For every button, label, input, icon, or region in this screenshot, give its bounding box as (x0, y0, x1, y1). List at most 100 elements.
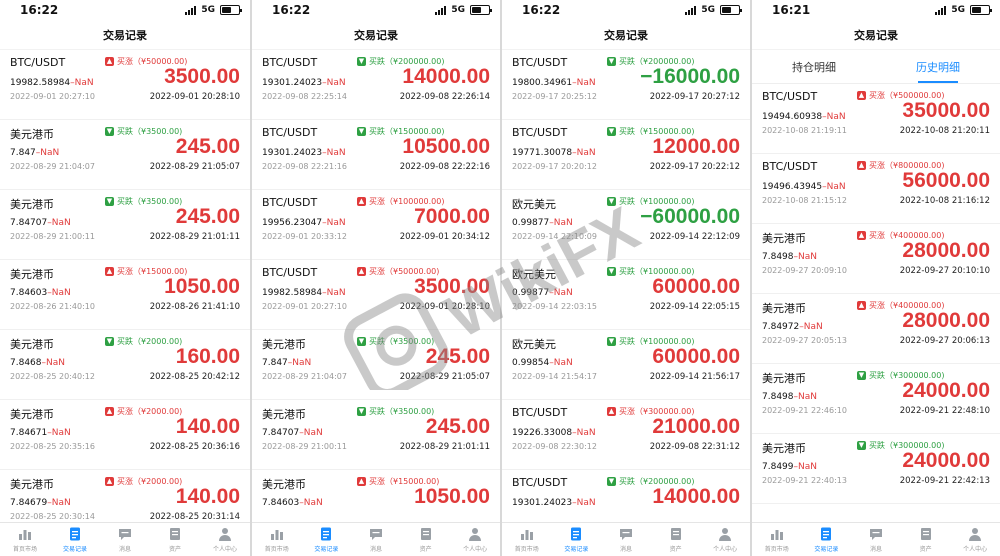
nav-item-records[interactable]: 交易记录 (302, 523, 352, 556)
record-open-time: 2022-09-14 21:54:17 (512, 372, 597, 381)
trade-record-row[interactable]: BTC/USDT ▼ 买跌（¥150000.00) 19301.24023–NaN 20… (252, 120, 500, 190)
record-price: 7.8468–NaN (10, 358, 65, 368)
record-open-time: 2022-08-29 21:04:07 (262, 372, 347, 381)
trade-record-row[interactable]: 美元港币 ▲ 买涨（¥400000.00) 7.8498–NaN 2022-09-27 … (752, 224, 1000, 294)
buy-down-icon: ▼ (357, 337, 366, 346)
trade-record-row[interactable]: 美元港币 ▼ 买跌（¥3500.00) 7.847–NaN 2022-08-29 21:… (252, 330, 500, 400)
trade-record-row[interactable]: 美元港币 ▲ 买涨（¥15000.00) 7.84603–NaN 2022-08-26 … (0, 260, 250, 330)
record-price-nan: –NaN (47, 498, 71, 508)
bottom-nav: 首页市场 交易记录 消息 资产 个人中心 (252, 522, 500, 556)
record-symbol: 美元港币 (10, 478, 54, 491)
bottom-nav: 首页市场 交易记录 消息 资产 个人中心 (752, 522, 1000, 556)
nav-item-market-chart[interactable]: 首页市场 (0, 523, 50, 556)
record-amount: 35000.00 (902, 99, 990, 122)
nav-item-assets[interactable]: 资产 (401, 523, 451, 556)
nav-item-records[interactable]: 交易记录 (552, 523, 602, 556)
record-symbol: BTC/USDT (10, 56, 66, 69)
record-price: 19956.23047–NaN (262, 218, 346, 228)
trade-record-row[interactable]: BTC/USDT ▼ 买跌（¥200000.00) 19301.24023–NaN 20… (252, 50, 500, 120)
trade-record-row[interactable]: 美元港币 ▼ 买跌（¥3500.00) 7.84707–NaN 2022-08-29 2… (252, 400, 500, 470)
record-direction: ▼ 买跌（¥2000.00) (105, 336, 182, 347)
buy-down-icon: ▼ (105, 337, 114, 346)
record-symbol: BTC/USDT (762, 90, 818, 103)
nav-item-label: 资产 (919, 546, 932, 553)
network-type: 5G (201, 5, 215, 15)
record-price: 0.99877–NaN (512, 218, 573, 228)
record-price-value: 7.84679 (10, 498, 48, 508)
nav-item-market-chart[interactable]: 首页市场 (752, 523, 802, 556)
record-close-time: 2022-09-14 22:05:15 (649, 302, 740, 312)
trade-record-row[interactable]: BTC/USDT ▲ 买涨（¥300000.00) 19226.33008–NaN 20… (502, 400, 750, 470)
nav-item-label: 消息 (619, 546, 632, 553)
record-open-time: 2022-08-29 21:00:11 (10, 232, 95, 241)
trade-record-row[interactable]: 美元港币 ▼ 买跌（¥3500.00) 7.847–NaN 2022-08-29 21:… (0, 120, 250, 190)
trade-record-row[interactable]: BTC/USDT ▲ 买涨（¥50000.00) 19982.58984–NaN 202… (0, 50, 250, 120)
trade-record-row[interactable]: 欧元美元 ▼ 买跌（¥100000.00) 0.99877–NaN 2022-09-14… (502, 260, 750, 330)
trade-record-row[interactable]: BTC/USDT ▼ 买跌（¥150000.00) 19771.30078–NaN 20… (502, 120, 750, 190)
trade-record-row[interactable]: 美元港币 ▼ 买跌（¥300000.00) 7.8499–NaN 2022-09-21 … (752, 434, 1000, 504)
trade-record-row[interactable]: BTC/USDT ▲ 买涨（¥100000.00) 19956.23047–NaN 20… (252, 190, 500, 260)
record-close-time: 2022-08-29 21:05:07 (399, 372, 490, 382)
trade-record-row[interactable]: 欧元美元 ▼ 买跌（¥100000.00) 0.99877–NaN 2022-09-14… (502, 190, 750, 260)
record-price-nan: –NaN (47, 218, 71, 228)
nav-item-market-chart[interactable]: 首页市场 (252, 523, 302, 556)
record-price-nan: –NaN (322, 288, 346, 298)
record-symbol: BTC/USDT (262, 266, 318, 279)
trade-record-row[interactable]: BTC/USDT ▼ 买跌（¥200000.00) 19800.34961–NaN 20… (502, 50, 750, 120)
nav-item-profile[interactable]: 个人中心 (950, 523, 1000, 556)
record-symbol: 美元港币 (262, 338, 306, 351)
trade-record-row[interactable]: 美元港币 ▼ 买跌（¥2000.00) 7.8468–NaN 2022-08-25 20… (0, 330, 250, 400)
record-list: BTC/USDT ▼ 买跌（¥200000.00) 19301.24023–NaN 20… (252, 50, 500, 540)
record-price-nan: –NaN (549, 288, 573, 298)
trade-record-row[interactable]: 美元港币 ▲ 买涨（¥2000.00) 7.84671–NaN 2022-08-25 2… (0, 400, 250, 470)
trade-record-row[interactable]: 美元港币 ▼ 买跌（¥300000.00) 7.8498–NaN 2022-09-21 … (752, 364, 1000, 434)
tab-history[interactable]: 历史明细 (876, 50, 1000, 83)
record-close-time: 2022-09-14 21:56:17 (649, 372, 740, 382)
record-price: 7.847–NaN (262, 358, 311, 368)
nav-item-profile[interactable]: 个人中心 (200, 523, 250, 556)
record-open-time: 2022-08-29 21:00:11 (262, 442, 347, 451)
record-open-time: 2022-09-27 20:09:10 (762, 266, 847, 275)
trade-record-row[interactable]: BTC/USDT ▲ 买涨（¥800000.00) 19496.43945–NaN 20… (752, 154, 1000, 224)
record-open-time: 2022-08-25 20:40:12 (10, 372, 95, 381)
nav-item-message[interactable]: 消息 (601, 523, 651, 556)
nav-item-label: 个人中心 (463, 546, 488, 553)
nav-item-market-chart[interactable]: 首页市场 (502, 523, 552, 556)
nav-item-records[interactable]: 交易记录 (802, 523, 852, 556)
nav-item-message[interactable]: 消息 (851, 523, 901, 556)
nav-item-message[interactable]: 消息 (100, 523, 150, 556)
record-price-value: 0.99877 (512, 218, 550, 228)
nav-item-label: 首页市场 (764, 546, 789, 553)
records-icon (568, 526, 584, 542)
nav-item-label: 资产 (669, 546, 682, 553)
record-amount: 140.00 (175, 415, 240, 438)
trade-record-row[interactable]: 欧元美元 ▼ 买跌（¥100000.00) 0.99854–NaN 2022-09-14… (502, 330, 750, 400)
nav-item-label: 消息 (118, 546, 131, 553)
record-price-value: 7.84603 (10, 288, 48, 298)
nav-item-message[interactable]: 消息 (351, 523, 401, 556)
record-close-time: 2022-09-17 20:27:12 (649, 92, 740, 102)
trade-record-row[interactable]: 美元港币 ▼ 买跌（¥3500.00) 7.84707–NaN 2022-08-29 2… (0, 190, 250, 260)
record-open-time: 2022-09-21 22:46:10 (762, 406, 847, 415)
record-direction-label: 买跌（¥3500.00) (117, 127, 183, 136)
record-close-time: 2022-08-29 21:01:11 (399, 442, 490, 452)
nav-item-records[interactable]: 交易记录 (50, 523, 100, 556)
phone-screen-4: 16:21 5G 交易记录 持仓明细 历史明细 BTC/USDT ▲ 买涨（¥5000… (750, 0, 1000, 556)
tab-positions[interactable]: 持仓明细 (752, 50, 876, 83)
record-price: 7.8498–NaN (762, 392, 817, 402)
market-chart-icon (269, 526, 285, 542)
nav-item-assets[interactable]: 资产 (901, 523, 951, 556)
nav-item-profile[interactable]: 个人中心 (700, 523, 750, 556)
bottom-nav: 首页市场 交易记录 消息 资产 个人中心 (502, 522, 750, 556)
status-bar: 16:21 5G (752, 0, 1000, 20)
trade-record-row[interactable]: 美元港币 ▲ 买涨（¥400000.00) 7.84972–NaN 2022-09-27… (752, 294, 1000, 364)
trade-record-row[interactable]: BTC/USDT ▲ 买涨（¥50000.00) 19982.58984–NaN 202… (252, 260, 500, 330)
nav-item-assets[interactable]: 资产 (150, 523, 200, 556)
nav-item-assets[interactable]: 资产 (651, 523, 701, 556)
record-price-nan: –NaN (572, 148, 596, 158)
record-symbol: 美元港币 (262, 478, 306, 491)
nav-item-profile[interactable]: 个人中心 (450, 523, 500, 556)
trade-record-row[interactable]: BTC/USDT ▲ 买涨（¥500000.00) 19494.60938–NaN 20… (752, 84, 1000, 154)
record-price: 19771.30078–NaN (512, 148, 596, 158)
record-symbol: BTC/USDT (512, 56, 568, 69)
